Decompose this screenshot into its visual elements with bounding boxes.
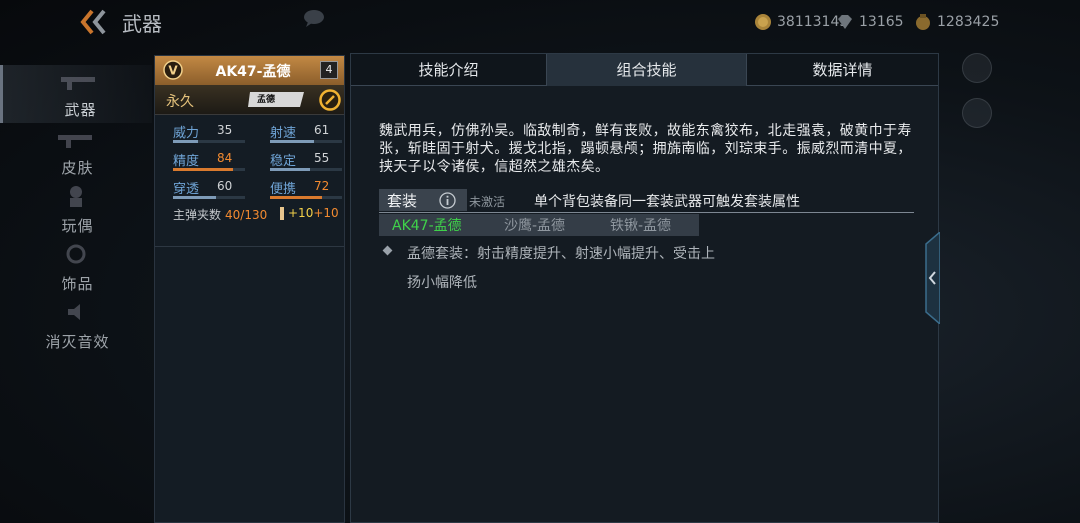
stat-bar xyxy=(270,168,342,171)
stat-value: 35 xyxy=(217,123,233,137)
tab-combo-skill[interactable]: 组合技能 xyxy=(546,54,747,86)
chat-bubble-icon[interactable] xyxy=(302,8,326,28)
stat-label: 稳定 xyxy=(270,154,297,169)
ammo-bonus: +10+10 xyxy=(288,206,339,220)
stat-bar xyxy=(173,196,245,199)
medal-icon xyxy=(916,14,930,30)
weapon-card-header: V AK47-孟德 4 xyxy=(155,56,344,85)
ammo-label: 主弹夹数 xyxy=(173,208,222,222)
collapse-chevron-icon[interactable] xyxy=(924,232,940,324)
stat-bar-fill xyxy=(173,196,217,199)
nav-item-skin[interactable]: 皮肤 xyxy=(0,123,152,181)
currency-diamond: 13165 xyxy=(836,11,904,33)
gold-coin-icon xyxy=(755,14,771,30)
weapon-description: 魏武用兵，仿佛孙吴。临敌制奇，鲜有丧败，故能东禽狡布，北走强袁，破黄巾于寿张，斩… xyxy=(379,123,912,175)
nav-label: 皮肤 xyxy=(61,159,94,177)
nav-item-doll[interactable]: 玩偶 xyxy=(0,181,152,239)
suit-member-ak47[interactable]: AK47-孟德 xyxy=(392,215,462,235)
ammo-row: 主弹夹数 40/130 xyxy=(173,206,267,223)
stat-bar xyxy=(173,168,245,171)
suit-member-desert-eagle[interactable]: 沙鹰-孟德 xyxy=(504,215,565,235)
top-bar: 武器 38113145 13165 1283425 xyxy=(0,0,1080,44)
stat-label: 精度 xyxy=(173,154,200,169)
detail-panel: 技能介绍 组合技能 数据详情 魏武用兵，仿佛孙吴。临敌制奇，鲜有丧败，故能东禽狡… xyxy=(350,53,939,523)
vip-badge-icon: V xyxy=(163,60,183,80)
stat-value: 55 xyxy=(314,151,330,165)
stat-bar-fill xyxy=(270,140,314,143)
tab-skill-intro[interactable]: 技能介绍 xyxy=(351,54,546,86)
stat-fire-rate: 射速 61 xyxy=(270,122,350,144)
series-tag-label: 孟德 xyxy=(257,95,276,105)
suit-effect: 孟德套装：射击精度提升、射速小幅提升、受击上扬小幅降低 xyxy=(407,246,715,291)
bullet-icon xyxy=(280,207,284,220)
nav-item-kill-sound[interactable]: 消灭音效 xyxy=(0,297,152,355)
weapon-duration: 永久 xyxy=(166,94,194,110)
stat-label: 便携 xyxy=(270,182,297,197)
stat-label: 威力 xyxy=(173,126,200,141)
tab-bar: 技能介绍 组合技能 数据详情 xyxy=(351,54,938,86)
currency-medal-value: 1283425 xyxy=(937,14,1000,30)
ammo-bonus-b: +10 xyxy=(313,206,339,220)
rifle-skin-icon xyxy=(58,135,92,148)
stat-label: 穿透 xyxy=(173,182,200,197)
weapon-duration-row: 永久 孟德 xyxy=(155,85,344,115)
stat-value: 61 xyxy=(314,123,330,137)
currency-medal: 1283425 xyxy=(914,11,999,33)
info-icon[interactable] xyxy=(439,192,456,209)
suit-chip: 套装 xyxy=(379,189,467,211)
divider xyxy=(155,246,344,247)
doll-icon xyxy=(70,186,82,207)
nav-label: 消灭音效 xyxy=(45,333,110,351)
nav-item-accessory[interactable]: 饰品 xyxy=(0,239,152,297)
suit-status: 未激活 xyxy=(469,195,506,209)
currency-diamond-value: 13165 xyxy=(859,14,904,30)
stat-stability: 稳定 55 xyxy=(270,150,350,172)
nav-label: 饰品 xyxy=(61,275,94,293)
back-chevron-icon[interactable] xyxy=(78,8,112,36)
stat-value: 84 xyxy=(217,151,233,165)
nav-label: 武器 xyxy=(64,101,97,119)
stat-accuracy: 精度 84 xyxy=(173,150,253,172)
accessory-icon xyxy=(66,244,86,264)
dpad-button[interactable] xyxy=(962,53,992,83)
rifle-icon xyxy=(61,77,95,90)
suit-member-shovel[interactable]: 铁锹-孟德 xyxy=(610,215,671,235)
currency-gold: 38113145 xyxy=(754,11,848,33)
stat-bar-fill xyxy=(173,140,199,143)
speaker-icon xyxy=(68,304,80,320)
nav-label: 玩偶 xyxy=(61,217,94,235)
tab-data-details[interactable]: 数据详情 xyxy=(747,54,938,86)
stat-bar-fill xyxy=(270,196,322,199)
nav-item-weapon[interactable]: 武器 xyxy=(0,65,152,123)
svg-text:V: V xyxy=(168,64,178,78)
stat-bar-fill xyxy=(173,168,234,171)
stat-bar-fill xyxy=(270,168,310,171)
suit-label: 套装 xyxy=(387,192,418,210)
player-one-button[interactable] xyxy=(962,98,992,128)
suit-hint: 单个背包装备同一套装武器可触发套装属性 xyxy=(534,194,800,210)
ammo-value: 40/130 xyxy=(225,208,268,222)
upgrade-ring-icon[interactable] xyxy=(319,89,341,111)
stat-bar xyxy=(270,196,342,199)
stat-bar xyxy=(173,140,245,143)
stat-portability: 便携 72 xyxy=(270,178,350,200)
suit-member-tabs: AK47-孟德 沙鹰-孟德 铁锹-孟德 xyxy=(379,214,699,236)
stat-penetration: 穿透 60 xyxy=(173,178,253,200)
bullet-diamond-icon xyxy=(382,245,393,256)
stat-value: 72 xyxy=(314,179,330,193)
weapon-name: AK47-孟德 xyxy=(215,64,291,80)
ammo-bonus-a: +10 xyxy=(288,206,314,220)
page-title: 武器 xyxy=(122,12,162,36)
weapon-level-badge: 4 xyxy=(320,61,338,79)
suit-row: 套装 未激活 单个背包装备同一套装武器可触发套装属性 xyxy=(379,189,914,213)
left-nav: 武器 皮肤 玩偶 饰品 消灭音效 xyxy=(0,55,152,355)
weapon-card: V AK47-孟德 4 永久 孟德 威力 35 射速 61 精度 84 稳定 5… xyxy=(154,55,345,523)
stat-value: 60 xyxy=(217,179,233,193)
diamond-icon xyxy=(838,15,852,29)
stat-power: 威力 35 xyxy=(173,122,253,144)
stat-label: 射速 xyxy=(270,126,297,141)
stat-bar xyxy=(270,140,342,143)
